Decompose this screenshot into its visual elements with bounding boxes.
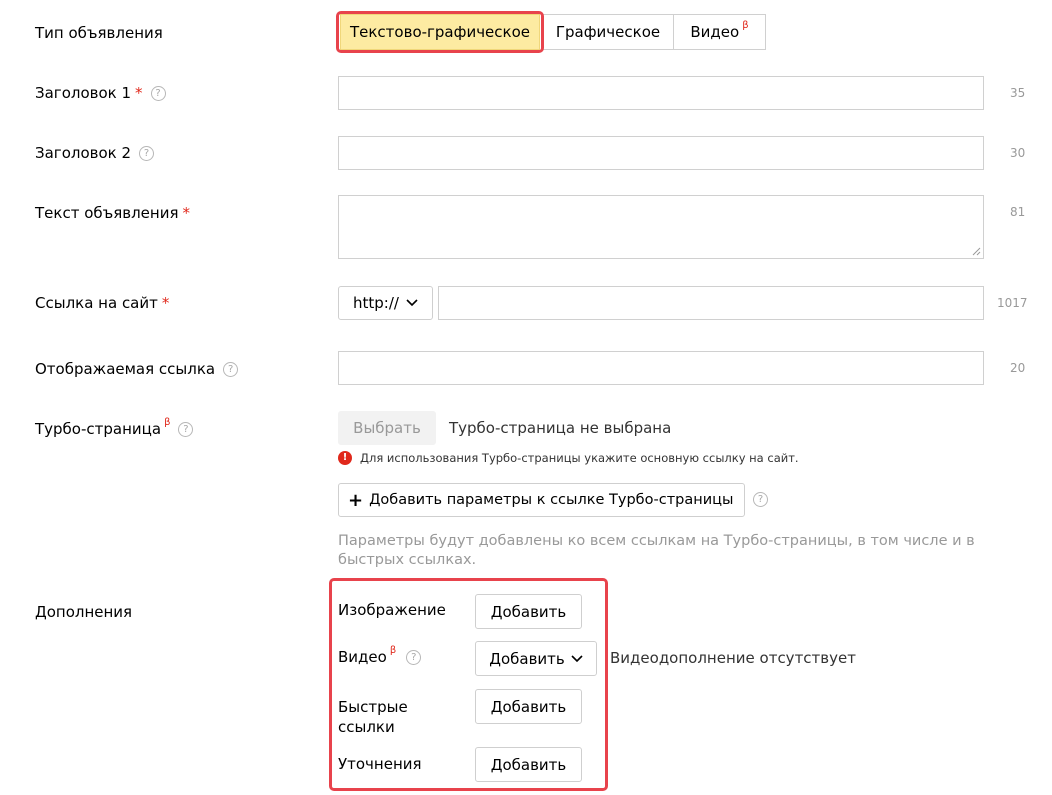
- headline1-label: Заголовок 1 * ?: [35, 84, 166, 102]
- headline2-label-text: Заголовок 2: [35, 144, 132, 162]
- chevron-down-icon: [406, 299, 418, 307]
- headline1-label-text: Заголовок 1: [35, 84, 132, 102]
- required-mark: *: [182, 204, 191, 222]
- site-link-counter: 1017: [997, 296, 1028, 310]
- site-link-label-text: Ссылка на сайт: [35, 294, 158, 312]
- resize-handle-icon[interactable]: [972, 247, 981, 256]
- help-icon[interactable]: ?: [178, 421, 194, 437]
- add-video-button-label: Добавить: [489, 649, 565, 668]
- headline1-input[interactable]: [338, 76, 984, 110]
- add-image-button[interactable]: Добавить: [475, 594, 582, 629]
- add-quicklinks-button-label: Добавить: [490, 697, 567, 716]
- turbo-warning-text: Для использования Турбо-страницы укажите…: [360, 451, 799, 465]
- headline2-counter: 30: [1010, 146, 1026, 160]
- add-video-button[interactable]: Добавить: [475, 641, 597, 676]
- display-link-counter: 20: [1010, 361, 1026, 375]
- ad-type-text-graphic-tab[interactable]: Текстово-графическое: [340, 14, 540, 50]
- protocol-select[interactable]: http://: [338, 286, 433, 320]
- turbo-status: Турбо-страница не выбрана: [449, 419, 672, 437]
- extras-quicklinks-label-line2: ссылки: [338, 718, 395, 736]
- turbo-label-text: Турбо-страница: [35, 420, 162, 438]
- help-icon[interactable]: ?: [223, 361, 239, 377]
- ad-type-label-text: Тип объявления: [35, 24, 163, 42]
- warning-icon: !: [338, 451, 352, 465]
- extras-video-label-text: Видео: [338, 648, 387, 666]
- turbo-select-button[interactable]: Выбрать: [338, 411, 436, 445]
- add-image-button-label: Добавить: [490, 602, 567, 621]
- ad-text-label: Текст объявления *: [35, 204, 190, 222]
- display-link-input[interactable]: [338, 351, 984, 385]
- beta-badge: β: [164, 416, 171, 428]
- extras-video-label: Видео β ?: [338, 644, 422, 666]
- headline1-counter: 35: [1010, 86, 1026, 100]
- plus-icon: +: [348, 489, 364, 511]
- ad-text-textarea[interactable]: [338, 195, 984, 259]
- extras-callouts-label: Уточнения: [338, 755, 422, 773]
- site-link-input[interactable]: [438, 286, 984, 320]
- turbo-label: Турбо-страница β ?: [35, 416, 194, 438]
- help-icon[interactable]: ?: [150, 85, 166, 101]
- help-icon[interactable]: ?: [406, 649, 422, 665]
- ad-type-graphic-label: Графическое: [555, 23, 661, 41]
- video-status: Видеодополнение отсутствует: [610, 649, 856, 667]
- required-mark: *: [135, 84, 143, 102]
- ad-type-text-graphic-label: Текстово-графическое: [349, 23, 530, 41]
- ad-type-graphic-tab[interactable]: Графическое: [542, 14, 674, 50]
- beta-badge: β: [389, 644, 397, 656]
- add-callouts-button[interactable]: Добавить: [475, 747, 582, 782]
- extras-label: Дополнения: [35, 603, 132, 621]
- add-turbo-params-label: Добавить параметры к ссылке Турбо-страни…: [369, 492, 734, 508]
- turbo-select-button-label: Выбрать: [353, 419, 421, 437]
- chevron-down-icon: [571, 654, 583, 662]
- extras-image-label: Изображение: [338, 601, 446, 619]
- ad-text-label-text: Текст объявления: [35, 204, 179, 222]
- ad-type-video-label: Видео: [690, 23, 740, 41]
- extras-quicklinks-label: Быстрые ссылки: [338, 697, 408, 737]
- add-callouts-button-label: Добавить: [490, 755, 567, 774]
- add-quicklinks-button[interactable]: Добавить: [475, 689, 582, 724]
- headline2-input[interactable]: [338, 136, 984, 170]
- turbo-warning: ! Для использования Турбо-страницы укажи…: [338, 451, 799, 465]
- extras-label-text: Дополнения: [35, 603, 133, 621]
- turbo-params-note: Параметры будут добавлены ко всем ссылка…: [338, 533, 975, 568]
- site-link-label: Ссылка на сайт *: [35, 294, 169, 312]
- ad-type-label: Тип объявления: [35, 24, 163, 42]
- help-icon[interactable]: ?: [139, 145, 155, 161]
- ad-text-counter: 81: [1010, 205, 1026, 219]
- display-link-label-text: Отображаемая ссылка: [35, 360, 216, 378]
- help-icon[interactable]: ?: [753, 492, 768, 507]
- required-mark: *: [161, 294, 170, 312]
- headline2-label: Заголовок 2 ?: [35, 144, 155, 162]
- beta-badge: β: [742, 19, 749, 31]
- extras-quicklinks-label-line1: Быстрые: [338, 698, 408, 716]
- protocol-value: http://: [353, 294, 399, 312]
- ad-type-video-tab[interactable]: Видео β: [673, 14, 766, 50]
- add-turbo-params-button[interactable]: + Добавить параметры к ссылке Турбо-стра…: [338, 483, 745, 517]
- display-link-label: Отображаемая ссылка ?: [35, 360, 239, 378]
